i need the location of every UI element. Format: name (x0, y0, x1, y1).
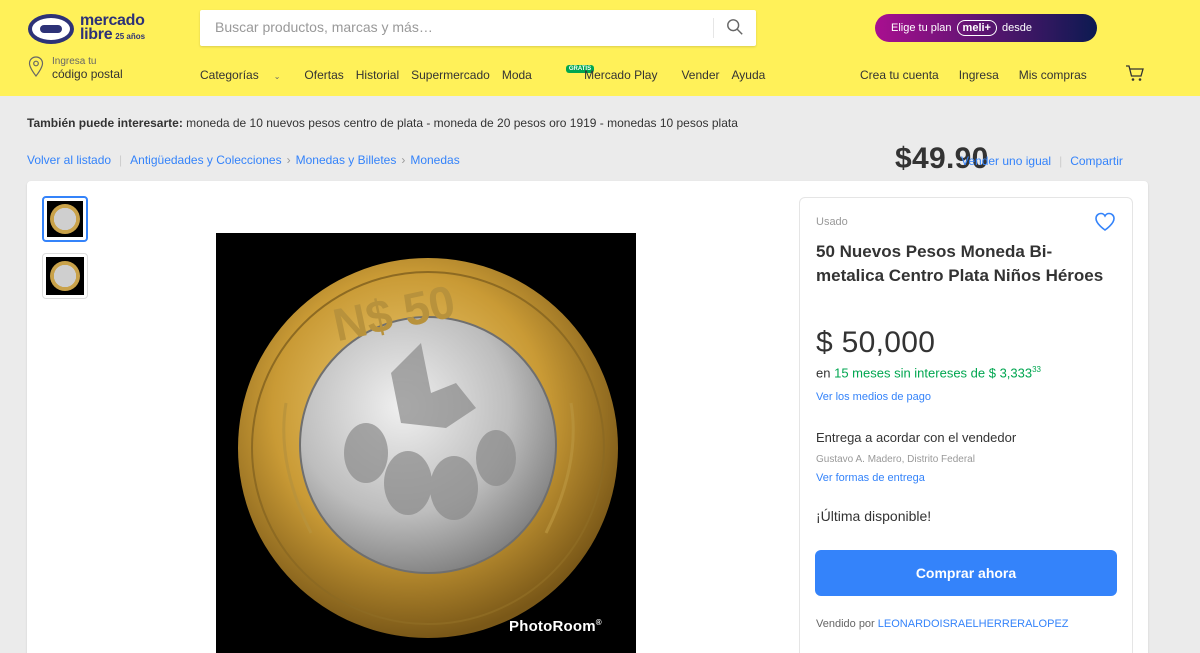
meli-plus-banner[interactable]: Elige tu plan meli+ desde $49.90 (875, 14, 1097, 175)
nav-ofertas[interactable]: Ofertas (304, 68, 343, 86)
nav-supermercado[interactable]: Supermercado (411, 68, 490, 86)
breadcrumb-actions: Vender uno igual | Compartir (961, 154, 1123, 168)
nav-vender[interactable]: Vender (681, 68, 719, 86)
breadcrumb-separator: › (286, 153, 291, 167)
installments-cents: 33 (1032, 365, 1042, 374)
breadcrumb: Volver al listado | Antigüedades y Colecci… (27, 153, 460, 167)
location-pin-icon (28, 56, 44, 77)
account-nav: Crea tu cuenta Ingresa Mis compras (860, 68, 1107, 82)
nav-categorias-label: Categorías (200, 68, 259, 82)
coin-thumbnail (50, 204, 80, 234)
breadcrumb-separator: › (401, 153, 406, 167)
breadcrumb-antiguedades[interactable]: Antigüedades y Colecciones (130, 153, 281, 167)
related-searches: También puede interesarte: moneda de 10 … (27, 116, 738, 130)
cart-icon[interactable] (1125, 64, 1145, 82)
promo-mid: desde (1001, 22, 1032, 34)
search-bar (200, 10, 756, 46)
seller-location: Gustavo A. Madero, Distrito Federal (816, 454, 975, 465)
search-divider (713, 18, 714, 38)
product-card: N$ 50 PhotoRoom® Usado 50 Nuevos Pesos M… (27, 181, 1148, 653)
buy-now-button[interactable]: Comprar ahora (815, 550, 1117, 596)
location-line2: código postal (52, 67, 123, 81)
nav-mercado-play[interactable]: GRATISMercado Play (544, 65, 670, 86)
payment-methods-link[interactable]: Ver los medios de pago (816, 391, 931, 403)
thumbnail-1[interactable] (42, 196, 88, 242)
meli-plus-badge: meli+ (956, 20, 997, 36)
login-link[interactable]: Ingresa (959, 68, 999, 82)
buy-box: Usado 50 Nuevos Pesos Moneda Bi-metalica… (799, 197, 1133, 653)
watermark-text: PhotoRoom (509, 618, 596, 635)
promo-prefix: Elige tu plan (891, 22, 952, 34)
main-nav: Categorías ⌄ Ofertas Historial Supermerca… (200, 65, 777, 86)
divider: | (119, 153, 123, 167)
nav-categorias[interactable]: Categorías ⌄ (200, 68, 292, 86)
divider: | (1059, 154, 1063, 168)
sell-same-link[interactable]: Vender uno igual (961, 154, 1051, 168)
installments-prefix: en (816, 365, 831, 381)
thumbnail-2[interactable] (42, 253, 88, 299)
coin-image: N$ 50 (238, 258, 618, 638)
installments-info: en 15 meses sin intereses de $ 3,33333 (816, 365, 1041, 380)
condition-label: Usado (816, 216, 848, 228)
search-icon[interactable] (726, 18, 744, 36)
search-input[interactable] (215, 19, 695, 35)
nav-mercado-play-label: Mercado Play (584, 68, 658, 82)
my-purchases-link[interactable]: Mis compras (1019, 68, 1087, 82)
breadcrumb-monedas-billetes[interactable]: Monedas y Billetes (296, 153, 397, 167)
photoroom-watermark: PhotoRoom® (509, 618, 602, 635)
back-to-list-link[interactable]: Volver al listado (27, 153, 111, 167)
delivery-info: Entrega a acordar con el vendedor (816, 430, 1017, 445)
stock-status: ¡Última disponible! (816, 508, 932, 524)
header: mercado libre25 años Elige tu plan meli+… (0, 0, 1200, 175)
mercadolibre-logo[interactable]: mercado libre 25 años (28, 12, 158, 46)
chevron-down-icon: ⌄ (273, 72, 281, 81)
seller-prefix: Vendido por (816, 618, 875, 630)
logo-text: mercado libre 25 años (80, 13, 146, 44)
logo-years: 25 años (115, 32, 146, 41)
create-account-link[interactable]: Crea tu cuenta (860, 68, 939, 82)
breadcrumb-monedas[interactable]: Monedas (410, 153, 459, 167)
seller-info: Vendido por LEONARDOISRAELHERRERALOPEZ (816, 618, 1069, 630)
thumbnail-image (47, 201, 83, 237)
related-items[interactable]: moneda de 10 nuevos pesos centro de plat… (186, 116, 738, 130)
location-text: Ingresa tu código postal (52, 56, 123, 88)
installments-text: 15 meses sin intereses de $ 3,333 (834, 365, 1033, 381)
nav-ayuda[interactable]: Ayuda (732, 68, 766, 86)
product-photo[interactable]: N$ 50 PhotoRoom® (216, 233, 636, 653)
logo-line2: libre (80, 26, 113, 43)
registered-mark: ® (595, 618, 602, 627)
postal-code-selector[interactable]: Ingresa tu código postal (28, 56, 158, 88)
heart-icon[interactable] (1094, 212, 1116, 232)
related-label: También puede interesarte: (27, 116, 183, 130)
share-link[interactable]: Compartir (1070, 154, 1123, 168)
product-price: $ 50,000 (816, 326, 936, 359)
handshake-icon (28, 14, 74, 44)
nav-moda[interactable]: Moda (502, 68, 532, 86)
delivery-options-link[interactable]: Ver formas de entrega (816, 472, 925, 484)
nav-historial[interactable]: Historial (356, 68, 399, 86)
thumbnail-image (46, 257, 84, 295)
seller-link[interactable]: LEONARDOISRAELHERRERALOPEZ (878, 618, 1069, 630)
product-title: 50 Nuevos Pesos Moneda Bi-metalica Centr… (816, 242, 1104, 285)
coin-thumbnail (50, 261, 80, 291)
